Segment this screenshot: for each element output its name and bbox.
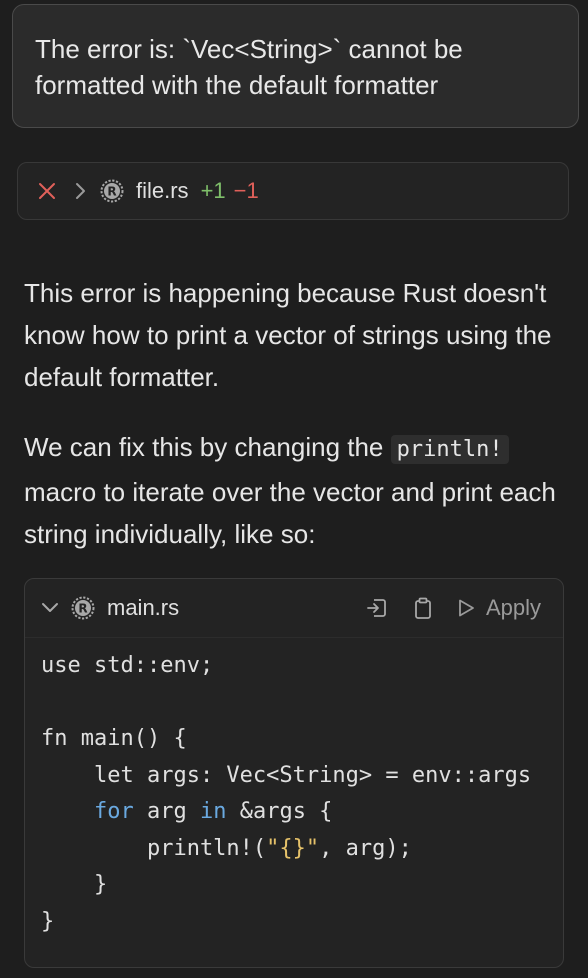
user-message-text: The error is: `Vec<String>` cannot be fo… bbox=[35, 34, 463, 100]
code-token: println!( bbox=[41, 835, 267, 861]
code-token: arg bbox=[133, 799, 200, 824]
paragraph-text: macro to iterate over the vector and pri… bbox=[24, 477, 556, 549]
code-string: "{}" bbox=[266, 835, 320, 861]
code-token: &args { bbox=[226, 799, 333, 824]
assistant-paragraph: We can fix this by changing the println!… bbox=[24, 426, 569, 555]
code-token: , arg); bbox=[319, 835, 412, 861]
code-block-header: R main.rs Apply bbox=[25, 579, 563, 638]
file-change-row[interactable]: R file.rs +1 −1 bbox=[17, 162, 569, 220]
inline-code: println! bbox=[390, 435, 509, 464]
rust-file-icon: R bbox=[100, 179, 124, 203]
chevron-down-icon[interactable] bbox=[39, 597, 61, 619]
code-keyword: in bbox=[199, 799, 227, 824]
code-line: let args: Vec<String> = env::args bbox=[41, 762, 532, 788]
svg-text:R: R bbox=[107, 185, 116, 199]
code-line: } bbox=[41, 872, 108, 897]
close-icon[interactable] bbox=[36, 180, 58, 202]
lines-removed: −1 bbox=[233, 178, 259, 203]
code-line: } bbox=[41, 908, 55, 934]
paragraph-text: This error is happening because Rust doe… bbox=[24, 278, 552, 392]
lines-added: +1 bbox=[200, 178, 226, 203]
user-message-bubble: The error is: `Vec<String>` cannot be fo… bbox=[12, 4, 579, 128]
play-icon bbox=[456, 597, 476, 619]
apply-button[interactable]: Apply bbox=[456, 595, 541, 621]
code-file-name: main.rs bbox=[107, 595, 180, 620]
file-name[interactable]: file.rs bbox=[136, 178, 189, 204]
insert-at-cursor-icon[interactable] bbox=[364, 595, 390, 621]
code-keyword: for bbox=[93, 799, 134, 824]
chevron-right-icon[interactable] bbox=[72, 180, 88, 202]
paragraph-text: We can fix this by changing the bbox=[24, 432, 391, 462]
clipboard-icon[interactable] bbox=[410, 595, 436, 621]
rust-file-icon: R bbox=[71, 596, 95, 620]
code-line: use std::env; bbox=[41, 653, 214, 678]
code-content: use std::env; fn main() { let args: Vec<… bbox=[25, 638, 563, 940]
svg-text:R: R bbox=[78, 602, 87, 616]
assistant-paragraph: This error is happening because Rust doe… bbox=[24, 272, 569, 398]
code-block: R main.rs Apply use std::env; fn main() … bbox=[24, 578, 564, 968]
code-line: fn main() { bbox=[41, 726, 187, 751]
apply-label: Apply bbox=[485, 595, 541, 620]
